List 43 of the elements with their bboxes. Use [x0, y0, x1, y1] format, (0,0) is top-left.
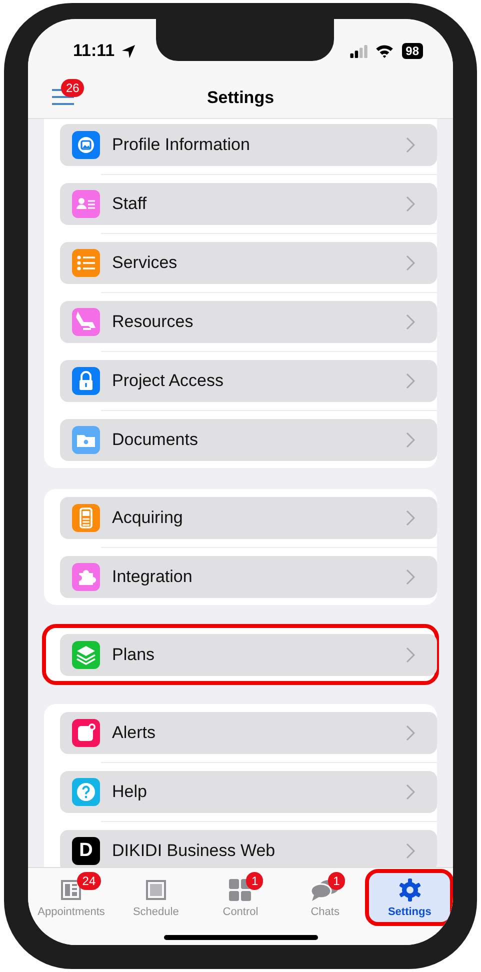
settings-row[interactable]: Resources: [60, 301, 437, 343]
notification-badge: 1: [246, 872, 264, 890]
settings-row[interactable]: Plans: [60, 634, 437, 676]
settings-icon: [398, 878, 422, 902]
calendar-grid-icon: [144, 878, 168, 902]
tab-bar-item[interactable]: Settings: [368, 872, 451, 923]
logo-letter: D: [78, 839, 94, 863]
settings-row[interactable]: Integration: [60, 556, 437, 598]
screen-title: Settings: [206, 88, 274, 108]
chevron-right-icon: [406, 137, 415, 153]
settings-row[interactable]: Staff: [60, 183, 437, 225]
notification-badge: 24: [77, 872, 101, 890]
location-arrow-icon: [120, 44, 136, 58]
grid-icon: [228, 878, 252, 902]
settings-row[interactable]: Acquiring: [60, 497, 437, 539]
chevron-right-icon: [406, 255, 415, 271]
chevron-right-icon: [406, 569, 415, 585]
signal-icon: [350, 44, 369, 58]
tab-bar-item[interactable]: 24 Appointments: [30, 872, 113, 923]
settings-row[interactable]: Services: [60, 242, 437, 284]
tab-bar-item[interactable]: 1 Control: [199, 872, 282, 923]
chevron-right-icon: [406, 784, 415, 800]
settings-row[interactable]: Project Access: [60, 360, 437, 402]
battery-level: 98: [402, 43, 423, 59]
wifi-icon: [374, 44, 394, 58]
notification-badge: 26: [61, 79, 84, 97]
chevron-right-icon: [406, 843, 415, 859]
chevron-right-icon: [406, 314, 415, 330]
settings-row[interactable]: Alerts: [60, 712, 437, 754]
settings-row[interactable]: Documents: [60, 419, 437, 461]
chevron-right-icon: [406, 647, 415, 663]
settings-row[interactable]: Help: [60, 771, 437, 813]
settings-row[interactable]: Profile Information: [60, 124, 437, 166]
tab-bar-item[interactable]: 1 Chats: [284, 872, 366, 923]
settings-row[interactable]: D DIKIDI Business Web: [60, 830, 437, 867]
chevron-right-icon: [406, 196, 415, 212]
status-time: 11:11: [73, 41, 115, 61]
chevron-right-icon: [406, 725, 415, 741]
chevron-right-icon: [406, 510, 415, 526]
chevron-right-icon: [406, 373, 415, 389]
chevron-right-icon: [406, 432, 415, 448]
notification-badge: 1: [328, 872, 345, 890]
newspaper-icon: [59, 878, 84, 902]
